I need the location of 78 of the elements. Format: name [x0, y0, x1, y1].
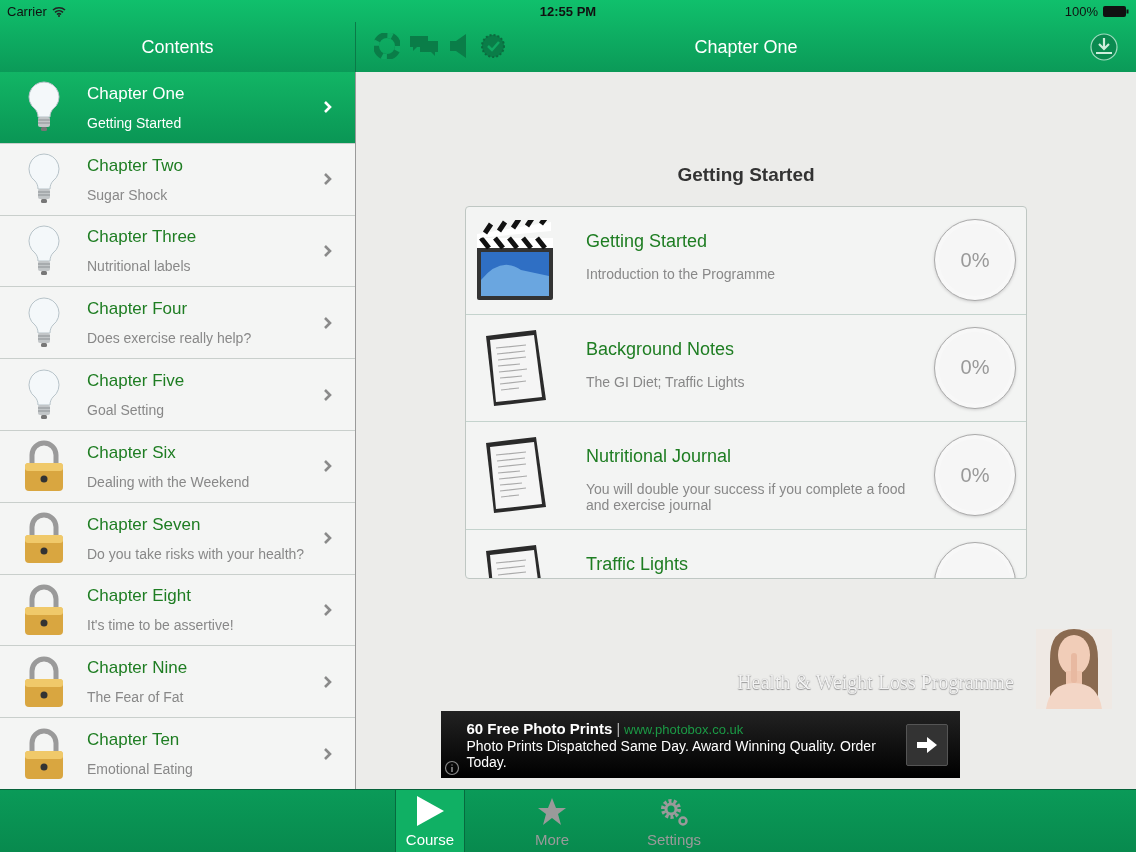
settings-icon — [659, 797, 689, 827]
section-heading: Getting Started — [677, 164, 815, 187]
lesson-row[interactable]: Nutritional Journal You will double your success if you complete a food and exercise journal 0% — [466, 422, 1026, 530]
chapter-title: Chapter Two — [87, 155, 185, 176]
chapter-title: Chapter Six — [87, 442, 177, 463]
chapter-title: Chapter One — [87, 83, 186, 104]
chevron-icon — [323, 315, 333, 330]
chapter-item[interactable]: Chapter Five Goal Setting — [0, 359, 355, 431]
chapter-subtitle: Nutritional labels — [87, 258, 192, 275]
lesson-title: Background Notes — [586, 338, 736, 360]
arrow-right-icon — [915, 735, 938, 754]
chapter-subtitle: Emotional Eating — [87, 761, 194, 778]
chapter-item[interactable]: Chapter Two Sugar Shock — [0, 143, 355, 216]
download-icon[interactable] — [1090, 33, 1118, 61]
lesson-description: The GI Diet; Traffic Lights — [586, 373, 746, 390]
chapter-subtitle: Do you take risks with your health? — [87, 545, 306, 562]
chevron-icon — [323, 172, 333, 187]
chapter-item[interactable]: Chapter Three Nutritional labels — [0, 215, 355, 288]
lesson-title: Traffic Lights — [586, 553, 690, 575]
chapter-subtitle: Goal Setting — [87, 402, 166, 419]
carrier-label: Carrier — [7, 3, 47, 19]
badge-check-icon[interactable] — [480, 33, 506, 59]
battery-icon — [1103, 5, 1129, 17]
chapter-title: Chapter Three — [87, 227, 198, 248]
lesson-row[interactable]: Background Notes The GI Diet; Traffic Lights 0% — [466, 314, 1026, 422]
chapter-title: Chapter Four — [87, 299, 189, 320]
chapter-subtitle: It's time to be assertive! — [87, 617, 235, 634]
chapter-item[interactable]: Chapter Seven Do you take risks with your health? — [0, 502, 355, 575]
chevron-icon — [323, 531, 333, 546]
lesson-description: Introduction to the Programme — [586, 266, 777, 282]
chevron-icon — [323, 459, 333, 474]
app-tagline: Health & Weight Loss Programme — [737, 670, 1014, 694]
chapter-subtitle: Getting Started — [87, 114, 183, 131]
star-icon — [537, 797, 567, 827]
chapter-title: Chapter Seven — [87, 514, 202, 535]
chapter-subtitle: Sugar Shock — [87, 186, 169, 203]
chapter-title: Chapter Eight — [87, 586, 192, 607]
sidebar-title: Contents — [141, 36, 214, 58]
ad-separator: | — [616, 720, 620, 737]
chapter-item[interactable]: Chapter One Getting Started — [0, 72, 355, 144]
ad-headline: 60 Free Photo Prints — [466, 719, 613, 737]
battery-percent: 100% — [1064, 3, 1098, 19]
chapter-item[interactable]: Chapter Six Dealing with the Weekend — [0, 431, 355, 503]
progress-percent: 0% — [960, 356, 990, 380]
chapter-item[interactable]: Chapter Nine The Fear of Fat — [0, 646, 355, 719]
info-icon[interactable] — [443, 760, 460, 776]
ad-description: Photo Prints Dispatched Same Day. Award Winning Quality. Order Today. — [466, 737, 877, 770]
chapter-item[interactable]: Chapter Four Does exercise really help? — [0, 287, 355, 360]
chevron-icon — [323, 746, 333, 761]
wifi-icon — [51, 5, 66, 17]
chevron-icon — [323, 674, 333, 689]
lesson-description: You will double your success if you complete a food and exercise journal — [586, 481, 906, 513]
ad-link[interactable]: www.photobox.co.uk — [624, 721, 744, 737]
lesson-title: Getting Started — [586, 231, 709, 252]
lesson-row[interactable]: Getting Started Introduction to the Programme 0% — [466, 207, 1026, 315]
lifebuoy-icon[interactable] — [374, 33, 400, 59]
chapter-title: Chapter Ten — [87, 730, 181, 751]
tab-item[interactable]: Course — [395, 790, 465, 852]
chapter-title: Chapter Nine — [87, 658, 189, 679]
chapter-item[interactable]: Chapter Eight It's time to be assertive! — [0, 574, 355, 647]
clapperboard-icon — [475, 220, 555, 301]
progress-percent: 0% — [960, 463, 990, 487]
ad-banner[interactable]: 60 Free Photo Prints | www.photobox.co.uk Photo Prints Dispatched Same Day. Award Winning Quality. Order Today. — [440, 711, 960, 778]
chapter-subtitle: The Fear of Fat — [87, 689, 185, 706]
play-icon — [415, 795, 445, 827]
ad-arrow-button[interactable] — [905, 723, 948, 766]
chevron-icon — [323, 602, 333, 617]
chevron-icon — [323, 244, 333, 258]
page-title: Chapter One — [694, 36, 798, 58]
progress-percent: 0% — [960, 248, 990, 272]
chevron-icon — [323, 100, 333, 115]
chapter-subtitle: Does exercise really help? — [87, 330, 253, 347]
chevron-icon — [323, 387, 333, 402]
lesson-row[interactable]: Traffic Lights — [466, 529, 1026, 578]
status-time: 12:55 PM — [539, 3, 597, 19]
chapter-subtitle: Dealing with the Weekend — [87, 473, 251, 490]
chapter-title: Chapter Five — [87, 371, 186, 392]
lesson-title: Nutritional Journal — [586, 446, 733, 467]
